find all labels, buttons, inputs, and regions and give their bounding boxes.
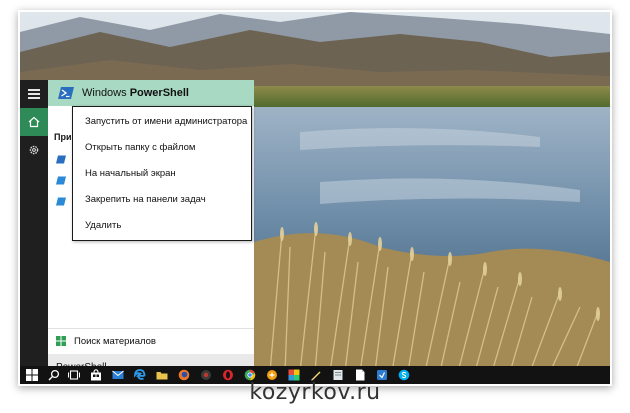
app-item-icon[interactable]: [56, 176, 66, 185]
home-icon: [28, 116, 40, 128]
best-match-result[interactable]: Windows PowerShell: [48, 80, 254, 106]
search-materials-label: Поиск материалов: [74, 335, 156, 347]
home-button[interactable]: [20, 108, 48, 136]
best-match-label: Windows PowerShell: [82, 87, 189, 99]
gear-icon: [29, 145, 39, 155]
windows-logo-icon: [56, 336, 66, 346]
screenshot-frame: Windows PowerShell При Поиск материалов …: [0, 0, 630, 413]
app-item-icon[interactable]: [56, 197, 66, 206]
app-item-icon[interactable]: [56, 155, 66, 164]
context-menu-item-run-as-admin[interactable]: Запустить от имени администратора: [73, 109, 251, 133]
start-menu-rail: [20, 80, 48, 366]
context-menu-item-uninstall[interactable]: Удалить: [73, 213, 251, 237]
hamburger-menu-button[interactable]: [20, 80, 48, 108]
apps-section-header: При: [54, 132, 72, 142]
context-menu-item-open-file-location[interactable]: Открыть папку с файлом: [73, 135, 251, 159]
desktop-screen: Windows PowerShell При Поиск материалов …: [20, 12, 610, 384]
search-materials-button[interactable]: Поиск материалов: [48, 330, 254, 352]
settings-button[interactable]: [20, 136, 48, 164]
hamburger-icon: [20, 80, 48, 108]
context-menu: Запустить от имени администратора Открыт…: [72, 106, 252, 241]
context-menu-item-pin-to-taskbar[interactable]: Закрепить на панели задач: [73, 187, 251, 211]
divider: [48, 328, 254, 329]
watermark-caption: kozyrkov.ru: [249, 380, 381, 405]
context-menu-item-pin-to-start[interactable]: На начальный экран: [73, 161, 251, 185]
powershell-icon: [58, 87, 74, 99]
